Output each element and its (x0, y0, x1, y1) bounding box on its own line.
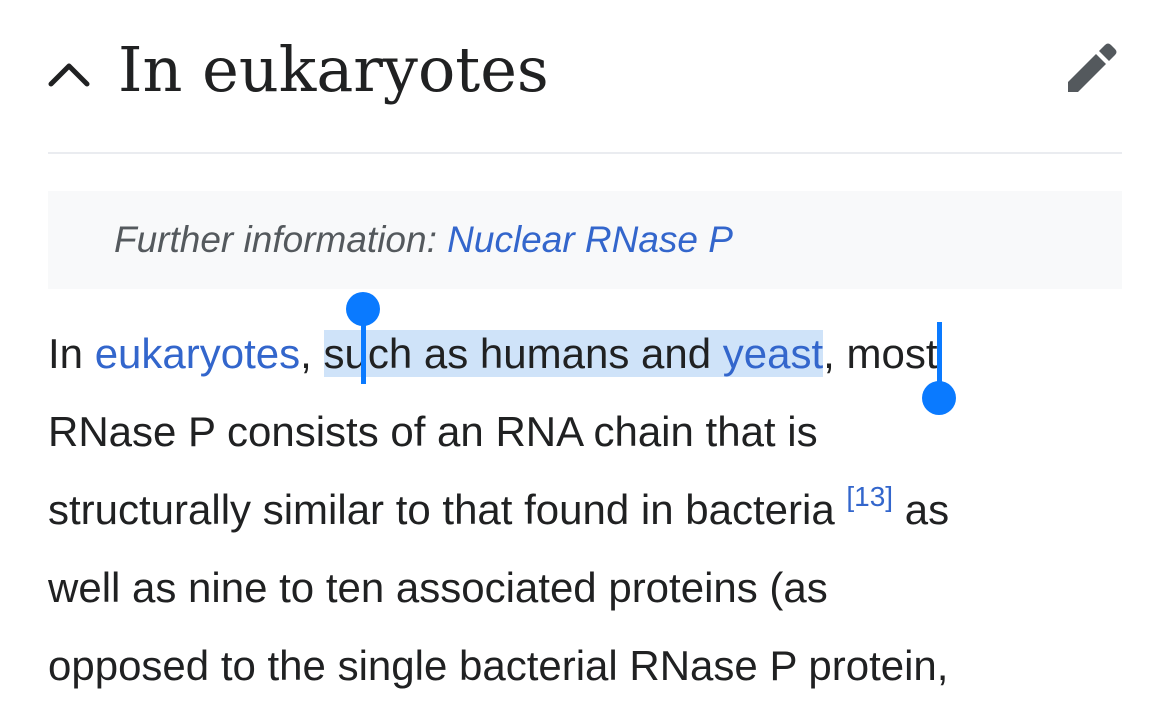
pencil-icon[interactable] (1064, 40, 1120, 96)
text-in: In (48, 330, 95, 377)
paragraph-line-4: well as nine to ten associated proteins … (48, 564, 828, 611)
text-structurally: structurally similar to that found in ba… (48, 486, 847, 533)
text-comma: , (300, 330, 324, 377)
text-selection[interactable]: such as humans and yeast (323, 330, 824, 377)
selection-end-caret (937, 322, 942, 388)
hatnote-prefix: Further information: (114, 219, 448, 260)
eukaryotes-link[interactable]: eukaryotes (95, 330, 300, 377)
selected-text: such as humans and (323, 330, 723, 377)
section-title: In eukaryotes (118, 33, 549, 106)
selection-start-handle[interactable] (346, 292, 380, 326)
paragraph-line-3: structurally similar to that found in ba… (48, 480, 949, 540)
paragraph-line-5: opposed to the single bacterial RNase P … (48, 642, 949, 689)
paragraph-line-1: In eukaryotes, such as humans and yeast,… (48, 324, 938, 384)
text-most: , most (823, 330, 938, 377)
section-header: In eukaryotes (48, 20, 1122, 120)
paragraph-line-2: RNase P consists of an RNA chain that is (48, 408, 818, 455)
citation-link[interactable]: [13] (846, 481, 893, 512)
hatnote-text: Further information: Nuclear RNase P (114, 215, 733, 265)
section-divider (48, 152, 1122, 154)
hatnote: Further information: Nuclear RNase P (48, 191, 1122, 289)
text-as: as (893, 486, 950, 533)
selection-start-caret (361, 318, 366, 384)
hatnote-link[interactable]: Nuclear RNase P (447, 219, 733, 260)
yeast-link[interactable]: yeast (723, 330, 823, 377)
chevron-up-icon[interactable] (48, 58, 90, 88)
selection-end-handle[interactable] (922, 381, 956, 415)
